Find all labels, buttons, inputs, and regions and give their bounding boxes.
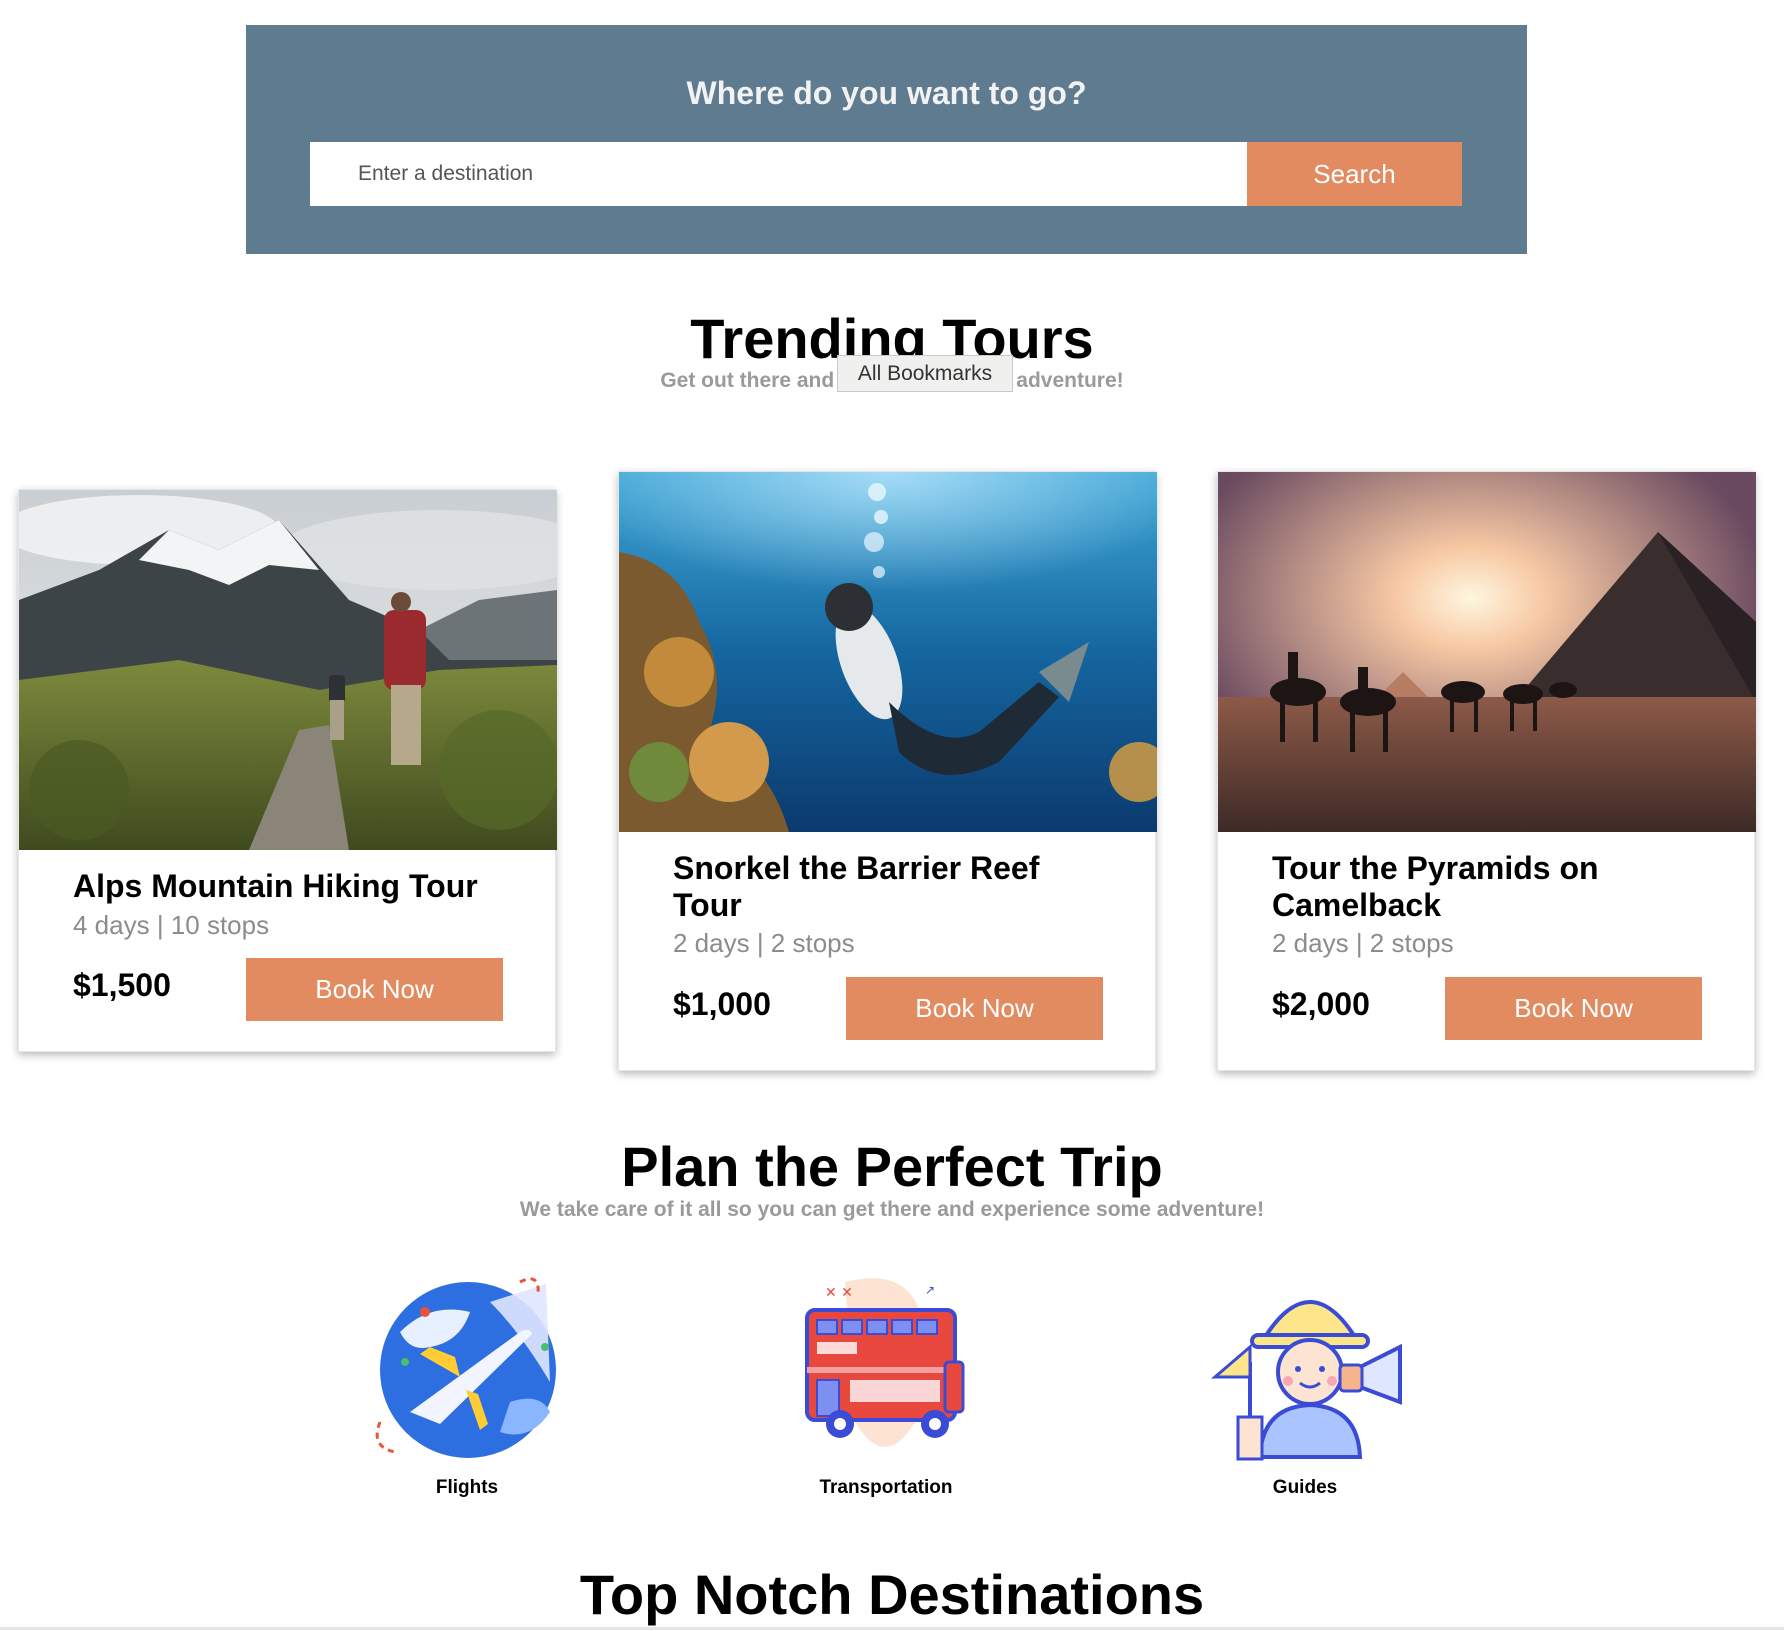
mountain-hikers-photo (19, 490, 557, 850)
airplane-globe-icon (370, 1272, 570, 1462)
destinations-title: Top Notch Destinations (579, 1563, 1205, 1626)
tour-card: Alps Mountain Hiking Tour 4 days | 10 st… (18, 489, 557, 1052)
book-now-button[interactable]: Book Now (846, 977, 1103, 1040)
pyramids-camels-photo (1218, 472, 1756, 832)
tour-price: $1,500 (73, 967, 171, 1003)
service-label-guides: Guides (1272, 1477, 1338, 1498)
tour-title: Snorkel the Barrier Reef Tour (673, 850, 1040, 923)
book-now-button[interactable]: Book Now (1445, 977, 1702, 1040)
tour-meta: 4 days | 10 stops (73, 910, 270, 940)
service-label-transportation: Transportation (819, 1477, 953, 1498)
svg-text:✕ ✕: ✕ ✕ (825, 1285, 853, 1301)
tour-meta: 2 days | 2 stops (1272, 928, 1454, 958)
plan-trip-subtitle: We take care of it all so you can get th… (519, 1198, 1265, 1221)
search-title: Where do you want to go? (686, 75, 1087, 111)
snorkel-diver-photo (619, 472, 1157, 832)
tour-title: Tour the Pyramids on Camelback (1272, 850, 1599, 923)
search-button[interactable]: Search (1247, 142, 1462, 206)
all-bookmarks-tooltip: All Bookmarks (837, 355, 1013, 392)
tour-card: Snorkel the Barrier Reef Tour 2 days | 2… (618, 471, 1157, 1071)
search-banner: Where do you want to go? Search (246, 25, 1527, 254)
plan-trip-title: Plan the Perfect Trip (621, 1135, 1163, 1198)
tour-card: Tour the Pyramids on Camelback 2 days | … (1217, 471, 1756, 1071)
destination-search-input[interactable] (310, 142, 1247, 206)
tour-price: $2,000 (1272, 986, 1370, 1022)
svg-text:↗: ↗ (925, 1283, 935, 1297)
service-label-flights: Flights (435, 1477, 499, 1498)
tour-meta: 2 days | 2 stops (673, 928, 855, 958)
book-now-button[interactable]: Book Now (246, 958, 503, 1021)
tour-title: Alps Mountain Hiking Tour (73, 868, 478, 904)
tour-guide-icon (1210, 1277, 1410, 1462)
tour-price: $1,000 (673, 986, 771, 1022)
double-decker-bus-icon: ✕ ✕ ↗ (795, 1272, 975, 1462)
